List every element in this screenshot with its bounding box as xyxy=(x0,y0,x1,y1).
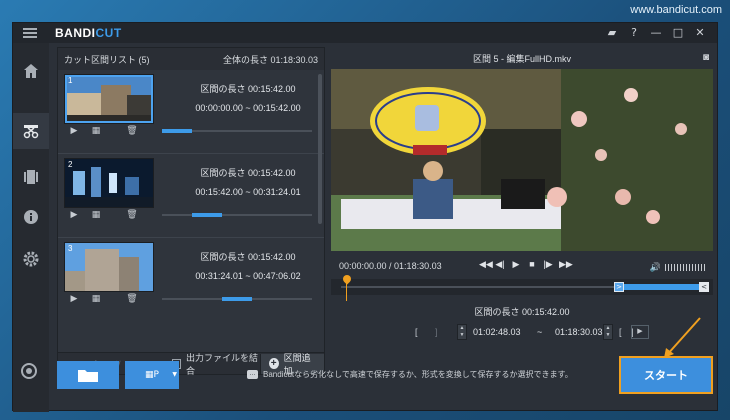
thumbnail[interactable]: 1 xyxy=(64,74,154,124)
cut-list-header: カット区間リスト (5) 全体の長さ 01:18:30.03 xyxy=(58,48,324,70)
item-range: 00:31:24.01 ~ 00:47:06.02 xyxy=(195,271,301,281)
hint-text: … Bandicutなら劣化なしで高速で保存するか、形式を変換して保存するか選択… xyxy=(247,369,573,380)
playhead[interactable] xyxy=(341,273,353,285)
record-icon[interactable] xyxy=(21,363,37,379)
playback-bar: 00:00:00.00 / 01:18:30.03 ◀◀ ◀| ▶ ■ |▶ ▶… xyxy=(331,257,713,275)
stop-icon[interactable]: ■ xyxy=(527,259,537,270)
set-end-icon[interactable]: [ xyxy=(619,327,622,337)
selection-end-handle[interactable]: < xyxy=(699,282,709,292)
item-progress xyxy=(162,213,312,217)
film-icon[interactable] xyxy=(13,159,49,195)
play-icon[interactable]: ▶ xyxy=(68,294,80,304)
hamburger-menu-icon[interactable] xyxy=(23,28,37,38)
thumbnail[interactable]: 2 xyxy=(64,158,154,208)
section-duration: 区間の長さ 00:15:42.00 xyxy=(474,307,570,317)
video-preview[interactable] xyxy=(331,69,713,251)
cut-timeline[interactable]: > < xyxy=(331,273,713,301)
play-icon[interactable]: ▶ xyxy=(511,259,521,270)
range-separator: ~ xyxy=(537,327,543,337)
open-folder-button[interactable] xyxy=(57,361,119,389)
title-bar: BANDICUT ▰ ? — □ ✕ xyxy=(13,23,717,43)
maximize-icon[interactable]: □ xyxy=(667,25,689,41)
cut-icon[interactable] xyxy=(13,113,49,149)
go-start-icon[interactable]: ] xyxy=(435,327,438,337)
output-format-button[interactable]: ▦P ▼ xyxy=(125,361,179,389)
step-back-icon[interactable]: ◀| xyxy=(495,259,505,270)
list-item[interactable]: 1 ▶ ▦ 🗑 区間の長さ 00:15:42.00 00:00:00.00 ~ 00… xyxy=(58,70,324,154)
item-range: 00:00:00.00 ~ 00:15:42.00 xyxy=(195,103,301,113)
settings-icon[interactable] xyxy=(13,241,49,277)
item-progress xyxy=(162,297,312,301)
item-range: 00:15:42.00 ~ 00:31:24.01 xyxy=(195,187,301,197)
list-scrollbar[interactable] xyxy=(318,74,322,224)
trash-icon[interactable]: 🗑 xyxy=(126,210,138,220)
preview-end-icon[interactable]: ▶ xyxy=(631,325,649,339)
sidebar xyxy=(13,43,49,412)
item-duration: 区間の長さ 00:15:42.00 xyxy=(200,252,296,262)
start-time[interactable]: 01:02:48.03 xyxy=(473,327,521,337)
help-icon[interactable]: ? xyxy=(623,25,645,41)
close-icon[interactable]: ✕ xyxy=(689,25,711,41)
bottom-bar: ▦P ▼ … Bandicutなら劣化なしで高速で保存するか、形式を変換して保存… xyxy=(21,355,719,412)
film-format-icon: ▦P xyxy=(145,370,159,380)
play-icon[interactable]: ▶ xyxy=(68,126,80,136)
minimize-icon[interactable]: — xyxy=(645,25,667,41)
grid-icon[interactable]: ▦ xyxy=(90,126,102,136)
list-item[interactable]: 2 ▶ ▦ 🗑 区間の長さ 00:15:42.00 00:15:42.00 ~ 00… xyxy=(58,154,324,238)
thumbnail[interactable]: 3 xyxy=(64,242,154,292)
item-duration: 区間の長さ 00:15:42.00 xyxy=(200,84,296,94)
video-title: 区間 5 - 編集FullHD.mkv xyxy=(472,53,571,64)
item-duration: 区間の長さ 00:15:42.00 xyxy=(200,168,296,178)
info-icon[interactable] xyxy=(13,199,49,235)
section-range-editor: [ ] ▲ ▼ 01:02:48.03 ~ 01:18:30.03 ▲ ▼ [ ] … xyxy=(331,323,713,341)
prev-frame-icon[interactable]: ◀◀ xyxy=(479,259,493,270)
cut-selection xyxy=(621,284,703,290)
camera-icon[interactable]: ◙ xyxy=(703,52,709,63)
time-display: 00:00:00.00 / 01:18:30.03 xyxy=(339,261,442,271)
trash-icon[interactable]: 🗑 xyxy=(126,126,138,136)
play-icon[interactable]: ▶ xyxy=(68,210,80,220)
next-frame-icon[interactable]: ▶▶ xyxy=(559,259,573,270)
step-forward-icon[interactable]: |▶ xyxy=(543,259,553,270)
item-progress xyxy=(162,129,312,133)
video-title-bar: 区間 5 - 編集FullHD.mkv ◙ xyxy=(331,47,713,69)
cut-list-title: カット区間リスト (5) xyxy=(64,54,150,65)
selection-start-handle[interactable]: > xyxy=(614,282,624,292)
start-stepper[interactable]: ▲ ▼ xyxy=(457,324,467,340)
start-button[interactable]: スタート xyxy=(619,356,713,394)
list-item[interactable]: 3 ▶ ▦ 🗑 区間の長さ 00:15:42.00 00:31:24.01 ~ 00… xyxy=(58,238,324,322)
app-logo: BANDICUT xyxy=(55,26,122,40)
end-time[interactable]: 01:18:30.03 xyxy=(555,327,603,337)
cut-list-panel: カット区間リスト (5) 全体の長さ 01:18:30.03 1 ▶ ▦ 🗑 区間の… xyxy=(57,47,325,353)
folder-icon[interactable]: ▰ xyxy=(601,25,623,41)
volume-slider[interactable] xyxy=(665,264,705,271)
volume-icon[interactable]: 🔊 xyxy=(650,262,661,273)
trash-icon[interactable]: 🗑 xyxy=(126,294,138,304)
chevron-down-icon[interactable]: ▼ xyxy=(172,371,177,378)
home-icon[interactable] xyxy=(13,53,49,89)
end-stepper[interactable]: ▲ ▼ xyxy=(603,324,613,340)
grid-icon[interactable]: ▦ xyxy=(90,210,102,220)
website-watermark: www.bandicut.com xyxy=(630,4,722,16)
chat-icon: … xyxy=(247,370,258,379)
app-window: BANDICUT ▰ ? — □ ✕ カット区間リスト (5) 全体の長さ 01… xyxy=(12,22,719,412)
grid-icon[interactable]: ▦ xyxy=(90,294,102,304)
set-start-icon[interactable]: [ xyxy=(415,327,418,337)
folder-open-icon xyxy=(78,370,98,382)
total-duration: 全体の長さ 01:18:30.03 xyxy=(222,54,318,65)
